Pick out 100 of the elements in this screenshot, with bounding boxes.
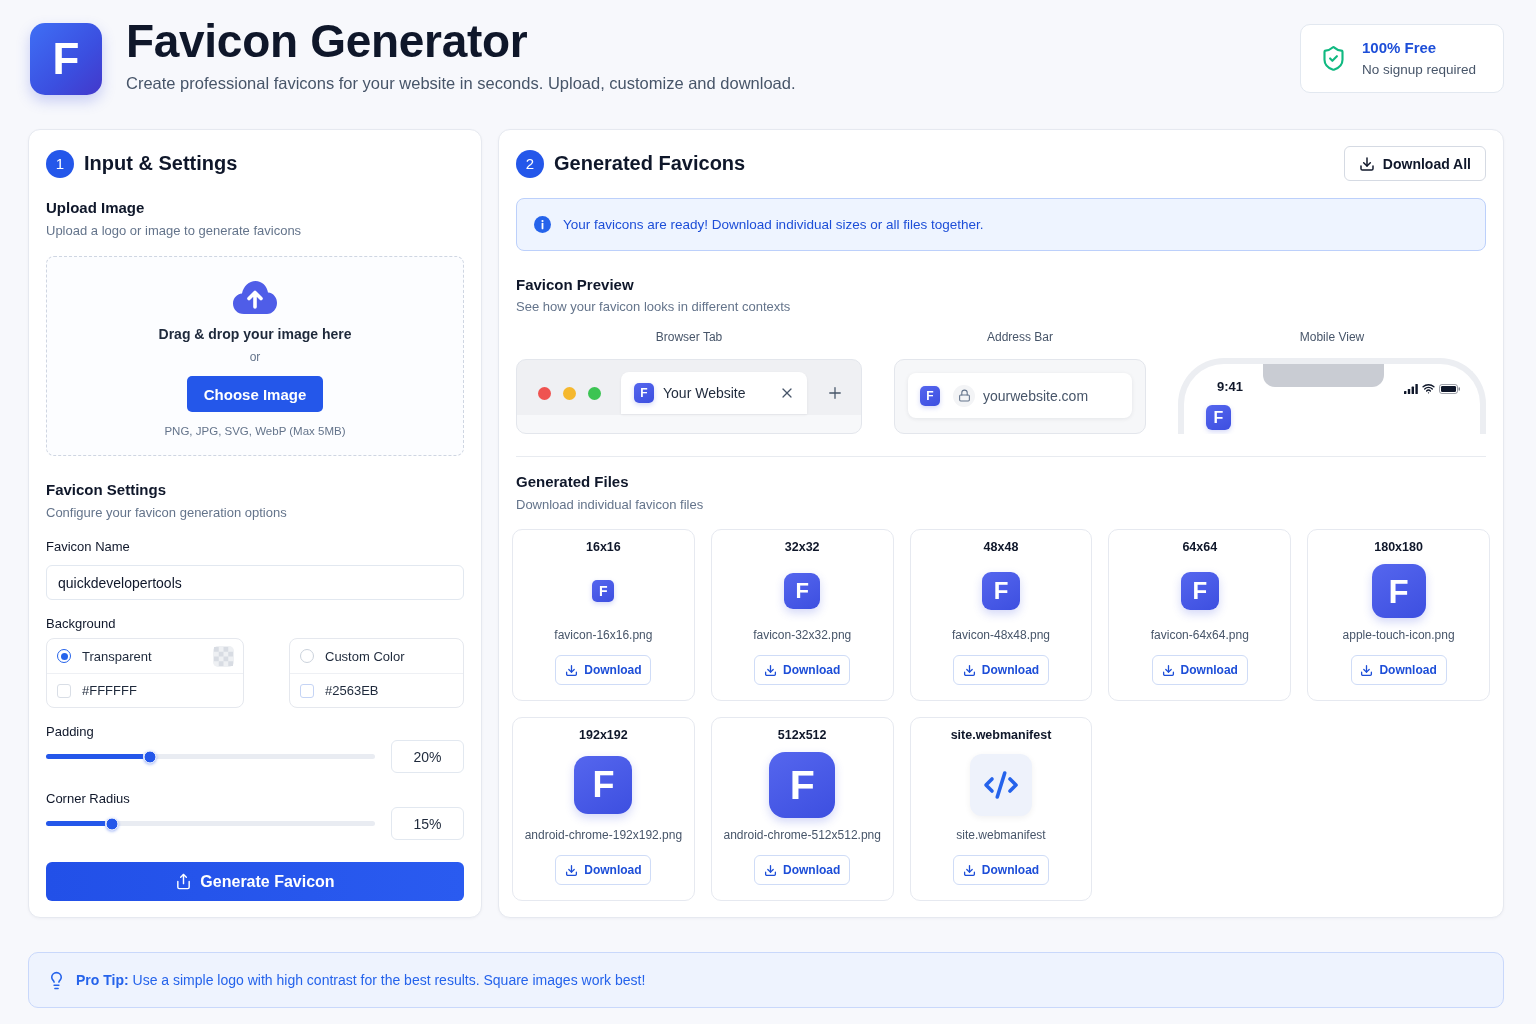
section-title: Upload Image <box>46 198 145 218</box>
window-dot-icon <box>563 386 576 400</box>
field-label: Favicon Name <box>46 538 130 556</box>
file-size-label: site.webmanifest <box>950 727 1052 743</box>
option-label: Transparent <box>82 648 152 664</box>
slider-thumb[interactable] <box>105 817 119 830</box>
favicon-image: F <box>920 385 940 406</box>
download-all-button[interactable]: Download All <box>1343 146 1486 181</box>
badge-title: 100% Free <box>1362 38 1437 57</box>
signal-icon <box>1404 383 1418 394</box>
page-title: Favicon Generator <box>126 15 528 67</box>
download-button[interactable]: Download <box>555 655 652 685</box>
section-title: Favicon Preview <box>516 275 634 295</box>
window-dot-icon <box>588 386 601 400</box>
download-icon <box>1360 663 1374 677</box>
favicon-image: F <box>1180 572 1219 610</box>
favicon-image: F <box>574 756 633 814</box>
download-icon <box>962 663 976 677</box>
download-button[interactable]: Download <box>953 655 1049 685</box>
file-name: favicon-32x32.png <box>753 627 852 643</box>
favicon-image: F <box>784 573 821 609</box>
file-name: apple-touch-icon.png <box>1342 627 1455 643</box>
badge-subtitle: No signup required <box>1362 60 1477 79</box>
favicon-image: F <box>982 572 1020 610</box>
checkbox[interactable] <box>57 683 71 698</box>
info-icon <box>534 216 551 233</box>
favicon-image: F <box>634 383 654 403</box>
preview-label: Mobile View <box>1299 329 1365 345</box>
download-button[interactable]: Download <box>1151 655 1248 685</box>
file-size-label: 192x192 <box>579 727 628 743</box>
panel-title: Generated Favicons <box>554 152 746 175</box>
wifi-icon <box>1422 382 1435 395</box>
file-name: favicon-64x64.png <box>1150 627 1249 643</box>
address-bar[interactable]: F yourwebsite.com <box>908 373 1132 418</box>
color-hex-label: #FFFFFF <box>82 683 137 698</box>
tip-text: Pro Tip: Use a simple logo with high contrast for the best results. Square images work best! <box>76 972 646 988</box>
download-icon <box>764 663 777 677</box>
download-button[interactable]: Download <box>953 855 1049 885</box>
favicon-image: F <box>769 752 836 818</box>
value-field[interactable]: 15% <box>391 807 464 840</box>
plus-icon[interactable] <box>826 384 844 402</box>
file-name: android-chrome-512x512.png <box>723 827 881 843</box>
download-button[interactable]: Download <box>555 855 652 885</box>
generate-favicon-button[interactable]: Generate Favicon <box>46 862 464 901</box>
url-text: yourwebsite.com <box>983 387 1089 404</box>
status-time: 9:41 <box>1217 379 1244 395</box>
download-icon <box>565 863 579 877</box>
slider-thumb[interactable] <box>143 750 157 763</box>
section-description: Upload a logo or image to generate favicons <box>46 222 302 240</box>
app-logo: F <box>30 23 102 95</box>
tab-title: Your Website <box>663 385 746 401</box>
slider-label: Corner Radius <box>46 790 130 808</box>
file-size-label: 48x48 <box>983 539 1019 555</box>
or-text: or <box>249 349 261 365</box>
section-title: Favicon Settings <box>46 480 167 500</box>
color-hex-label: #2563EB <box>325 683 379 698</box>
file-size-label: 64x64 <box>1182 539 1218 555</box>
panel-title: Input & Settings <box>84 152 238 175</box>
download-icon <box>1358 155 1375 172</box>
checkerboard-icon <box>213 645 234 667</box>
code-icon <box>970 754 1032 816</box>
download-icon <box>764 863 777 877</box>
shield-check-icon <box>1320 45 1347 72</box>
battery-icon <box>1439 383 1460 394</box>
section-title: Generated Files <box>516 472 629 492</box>
choose-image-button[interactable]: Choose Image <box>187 376 323 412</box>
file-name: android-chrome-192x192.png <box>524 827 683 843</box>
slider-label: Padding <box>46 723 94 741</box>
browser-tab[interactable]: F Your Website <box>621 372 807 414</box>
download-icon <box>1161 663 1175 677</box>
section-description: See how your favicon looks in different contexts <box>516 298 791 316</box>
favicon-image: F <box>1371 564 1426 618</box>
file-name: favicon-48x48.png <box>951 627 1051 643</box>
cloud-upload-icon <box>231 278 279 316</box>
field-label: Background <box>46 615 116 633</box>
download-icon <box>565 663 579 677</box>
download-button[interactable]: Download <box>754 655 851 685</box>
preview-label: Address Bar <box>987 329 1053 345</box>
upload-icon <box>175 873 193 890</box>
dropzone-text: Drag & drop your image here <box>158 325 352 343</box>
download-button[interactable]: Download <box>1350 655 1447 685</box>
favicon-image: F <box>592 580 615 602</box>
step-number: 2 <box>516 149 544 178</box>
section-description: Configure your favicon generation options <box>46 504 287 522</box>
banner-text: Your favicons are ready! Download individual sizes or all files together. <box>563 217 984 232</box>
download-icon <box>962 863 976 877</box>
window-dot-icon <box>538 386 551 400</box>
format-hint: PNG, JPG, SVG, WebP (Max 5MB) <box>164 424 346 439</box>
download-button[interactable]: Download <box>754 855 851 885</box>
file-size-label: 180x180 <box>1374 539 1423 555</box>
upload-dropzone[interactable]: Drag & drop your image here or Choose Image PNG, JPG, SVG, WebP (Max 5MB) <box>46 256 464 456</box>
value-field[interactable]: 20% <box>391 740 464 773</box>
section-description: Download individual favicon files <box>516 496 704 514</box>
checkbox[interactable] <box>300 683 314 698</box>
preview-label: Browser Tab <box>655 329 723 345</box>
lock-icon <box>953 384 975 407</box>
file-name: site.webmanifest <box>956 827 1046 843</box>
step-number: 1 <box>46 149 74 178</box>
file-size-label: 16x16 <box>586 539 621 555</box>
favicon-name-input[interactable]: quickdevelopertools <box>46 565 464 600</box>
